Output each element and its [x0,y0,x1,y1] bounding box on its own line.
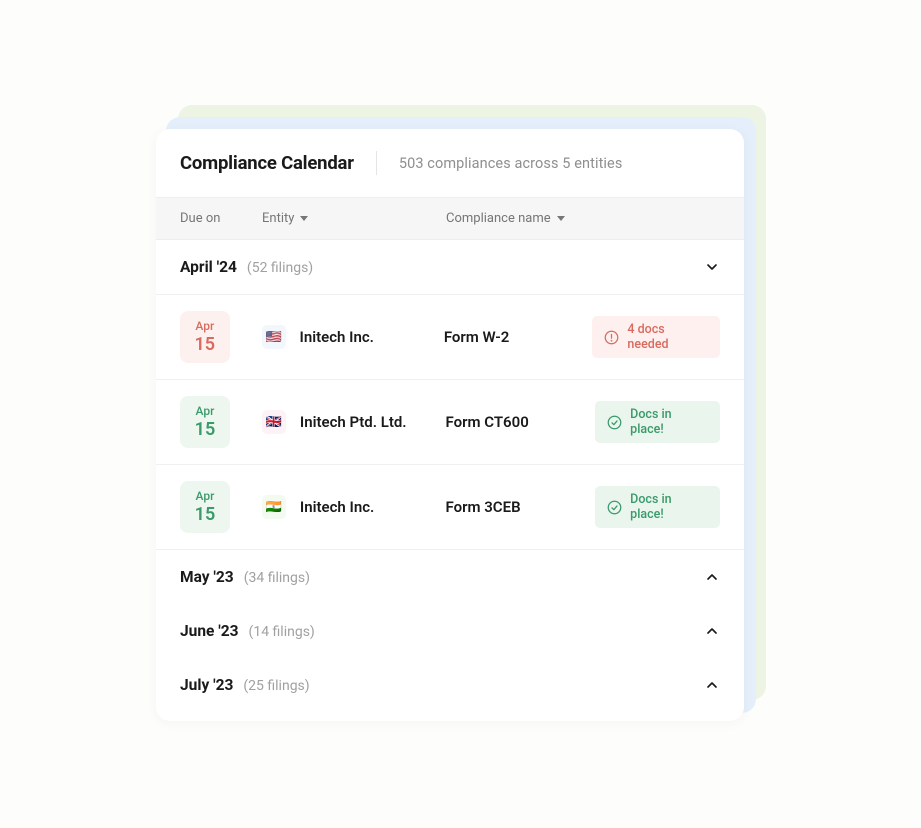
month-row-jun23[interactable]: June '23 (14 filings) [156,604,744,658]
flag-icon: 🇺🇸 [262,325,286,349]
check-circle-icon [607,415,622,430]
column-compliance-sort[interactable]: Compliance name [446,211,720,226]
month-count: (14 filings) [249,624,315,640]
month-count: (34 filings) [244,570,310,586]
due-month: Apr [196,489,215,503]
column-headers: Due on Entity Compliance name [156,197,744,240]
flag-icon: 🇬🇧 [262,410,286,434]
alert-circle-icon [604,330,619,345]
compliance-row[interactable]: Apr15 🇬🇧 Initech Ptd. Ltd. Form CT600 Docs i… [156,379,744,464]
chevron-up-icon [704,623,720,639]
compliance-name: Form CT600 [446,413,596,431]
entity-name: Initech Inc. [300,498,374,516]
month-label: July '23 [180,676,233,694]
due-month: Apr [195,319,214,333]
status-text: Docs in place! [630,407,708,437]
entity-name: Initech Inc. [300,328,374,346]
compliance-name: Form W-2 [444,328,593,346]
due-date-chip: Apr15 [180,396,230,448]
header-divider [376,151,377,175]
due-day: 15 [195,419,216,440]
card-header: Compliance Calendar 503 compliances acro… [156,129,744,197]
month-label: June '23 [180,622,239,640]
month-label: May '23 [180,568,234,586]
entity-cell: 🇮🇳 Initech Inc. [262,495,446,519]
card-subtitle: 503 compliances across 5 entities [399,155,623,172]
column-entity-label: Entity [262,211,294,226]
compliance-row[interactable]: Apr15 🇺🇸 Initech Inc. Form W-2 4 docs needed [156,294,744,379]
compliance-name: Form 3CEB [446,498,596,516]
status-badge: 4 docs needed [592,316,720,358]
caret-down-icon [557,216,565,221]
caret-down-icon [300,216,308,221]
entity-cell: 🇬🇧 Initech Ptd. Ltd. [262,410,446,434]
month-items-apr24: Apr15🇺🇸Initech Inc.Form W-24 docs needed… [156,294,744,550]
card-title: Compliance Calendar [180,152,354,174]
flag-icon: 🇮🇳 [262,495,286,519]
column-due-on: Due on [180,211,262,226]
compliance-calendar-card: Compliance Calendar 503 compliances acro… [156,129,744,721]
due-day: 15 [195,504,216,525]
month-row-jul23[interactable]: July '23 (25 filings) [156,658,744,712]
entity-cell: 🇺🇸 Initech Inc. [262,325,444,349]
status-badge: Docs in place! [595,401,720,443]
month-label: April '24 [180,258,237,276]
chevron-up-icon [704,569,720,585]
entity-name: Initech Ptd. Ltd. [300,413,407,431]
due-day: 15 [194,334,215,355]
column-entity-sort[interactable]: Entity [262,211,446,226]
compliance-row[interactable]: Apr15 🇮🇳 Initech Inc. Form 3CEB Docs in plac… [156,464,744,550]
month-row-may23[interactable]: May '23 (34 filings) [156,550,744,604]
check-circle-icon [607,500,622,515]
month-count: (52 filings) [247,260,313,276]
due-date-chip: Apr15 [180,481,230,533]
month-count: (25 filings) [243,678,309,694]
due-month: Apr [196,404,215,418]
chevron-up-icon [704,677,720,693]
column-compliance-label: Compliance name [446,211,551,226]
status-text: Docs in place! [630,492,708,522]
due-date-chip: Apr15 [180,311,230,363]
status-text: 4 docs needed [627,322,708,352]
chevron-down-icon [704,259,720,275]
status-badge: Docs in place! [595,486,720,528]
month-row-apr24[interactable]: April '24 (52 filings) [156,240,744,294]
